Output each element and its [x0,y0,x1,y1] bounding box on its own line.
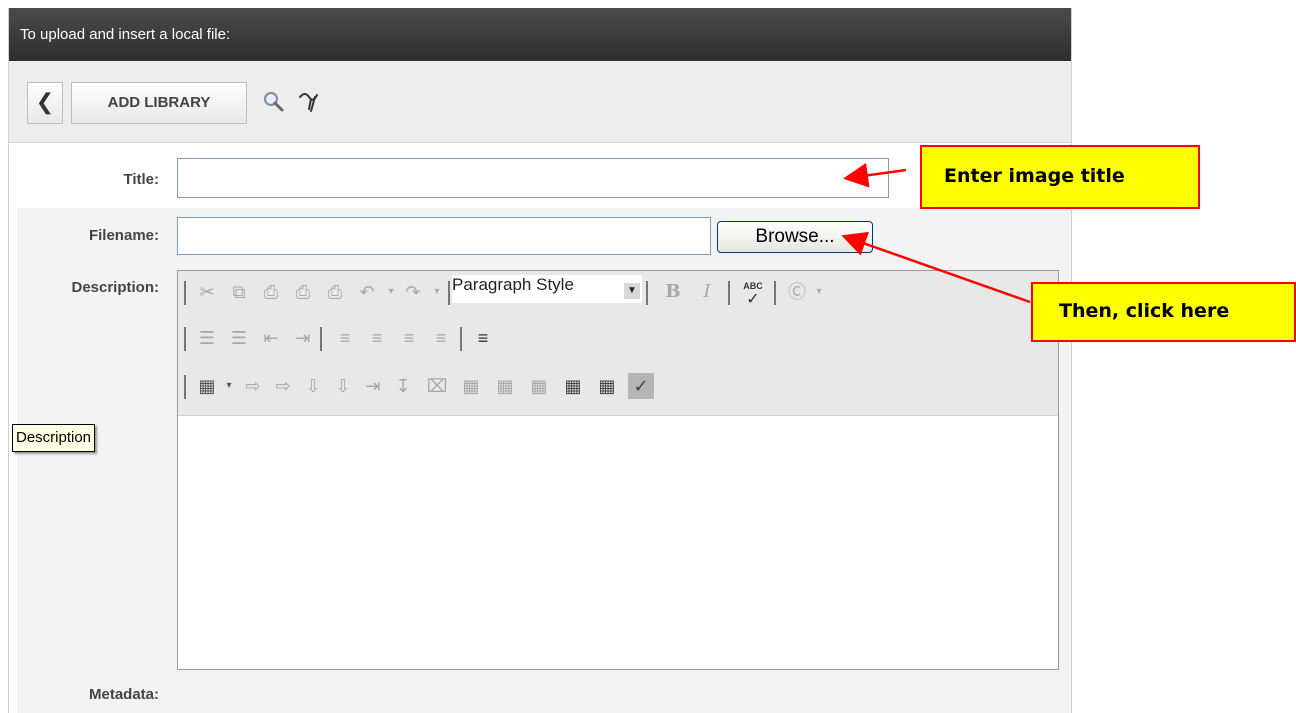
rich-text-editor: ✂ ⧉ ⎙ ⎙ ⎙ ↶ ▾ ↷ ▾ Paragraph Style ▼ B I … [177,270,1059,670]
editor-toolbar-row-1: ✂ ⧉ ⎙ ⎙ ⎙ ↶ ▾ ↷ ▾ Paragraph Style ▼ B I … [178,271,1058,313]
filename-label: Filename: [88,227,159,244]
spellcheck-icon[interactable]: ABC ✓ [738,279,768,308]
indent-icon[interactable]: ⇥ [290,325,316,351]
toggle-guidelines-icon[interactable]: ✓ [628,373,654,399]
insert-row-after-icon[interactable]: ⇨ [270,373,296,399]
toolbar-separator [184,327,186,351]
chevron-down-icon: ▼ [624,283,640,299]
copy-icon[interactable]: ⧉ [226,279,252,305]
description-label: Description: [71,279,159,296]
line-spacing-icon[interactable]: ≡ [470,325,496,351]
spellcheck-label: ABC [743,281,763,291]
paragraph-style-select[interactable]: Paragraph Style ▼ [452,275,642,303]
align-left-icon[interactable]: ≡ [332,325,358,351]
merge-cells-icon[interactable]: ▦ [458,373,484,399]
outdent-icon[interactable]: ⇤ [258,325,284,351]
insert-row-before-icon[interactable]: ⇨ [240,373,266,399]
paste-text-icon[interactable]: ⎙ [290,279,316,305]
editor-toolbar-row-2: ☰ ☰ ⇤ ⇥ ≡ ≡ ≡ ≡ ≡ [178,317,1058,359]
cell-props-icon[interactable]: ▦ [526,373,552,399]
toolbar-separator [774,281,776,305]
row-props-icon[interactable]: ▦ [594,373,620,399]
toolbar-separator [448,281,450,305]
editor-toolbar: ✂ ⧉ ⎙ ⎙ ⎙ ↶ ▾ ↷ ▾ Paragraph Style ▼ B I … [178,271,1058,416]
align-right-icon[interactable]: ≡ [396,325,422,351]
redo-dropdown-icon[interactable]: ▾ [424,279,450,305]
description-editor-body[interactable] [178,416,1058,669]
add-library-button[interactable]: ADD LIBRARY [71,82,247,124]
delete-col-icon[interactable]: ↧ [390,373,416,399]
description-tooltip: Description [12,424,96,452]
chevron-left-icon: ❮ [35,89,55,114]
title-label: Title: [123,171,159,188]
table-dropdown-icon[interactable]: ▾ [216,373,242,399]
metadata-label: Metadata: [88,686,159,703]
browse-button[interactable]: Browse... [717,221,873,253]
toolbar-separator [184,375,186,399]
bold-button[interactable]: B [660,279,686,305]
insert-col-after-icon[interactable]: ⇩ [330,373,356,399]
filename-input[interactable] [177,217,711,255]
squiggle-icon[interactable] [297,89,323,115]
toolbar-separator [646,281,648,305]
table-props-icon[interactable]: ▦ [560,373,586,399]
cut-icon[interactable]: ✂ [194,279,220,305]
symbol-dropdown-icon[interactable]: ▾ [806,279,832,305]
header-title: To upload and insert a local file: [20,26,231,43]
undo-icon[interactable]: ↶ [354,279,380,305]
numbered-list-icon[interactable]: ☰ [194,325,220,351]
toolbar-separator [460,327,462,351]
upload-panel: To upload and insert a local file: ❮ ADD… [8,8,1072,713]
redo-icon[interactable]: ↷ [400,279,426,305]
toolbar-separator [184,281,186,305]
italic-button[interactable]: I [694,279,720,305]
split-cell-icon[interactable]: ▦ [492,373,518,399]
editor-toolbar-row-3: ▦ ▾ ⇨ ⇨ ⇩ ⇩ ⇥ ↧ ⌧ ▦ ▦ ▦ ▦ ▦ ✓ [178,365,1058,407]
metadata-row-bg [17,676,1071,713]
panel-header: To upload and insert a local file: [9,8,1071,61]
upload-form: Title: Filename: Browse... Description: … [17,156,1071,713]
back-button[interactable]: ❮ [27,82,63,124]
bulleted-list-icon[interactable]: ☰ [226,325,252,351]
justify-icon[interactable]: ≡ [428,325,454,351]
title-input[interactable] [177,158,889,198]
align-center-icon[interactable]: ≡ [364,325,390,351]
toolbar-separator [320,327,322,351]
paste-icon[interactable]: ⎙ [258,279,284,305]
checkmark-icon: ✓ [746,291,760,308]
delete-cell-icon[interactable]: ⌧ [424,373,450,399]
insert-col-before-icon[interactable]: ⇩ [300,373,326,399]
delete-row-icon[interactable]: ⇥ [360,373,386,399]
top-toolbar: ❮ ADD LIBRARY [9,61,1071,143]
callout-title-hint: Enter image title [920,145,1200,209]
magnifier-icon[interactable] [261,89,287,115]
paragraph-style-value: Paragraph Style [452,275,574,294]
callout-browse-hint: Then, click here [1031,282,1296,342]
paste-word-icon[interactable]: ⎙ [322,279,348,305]
toolbar-separator [728,281,730,305]
